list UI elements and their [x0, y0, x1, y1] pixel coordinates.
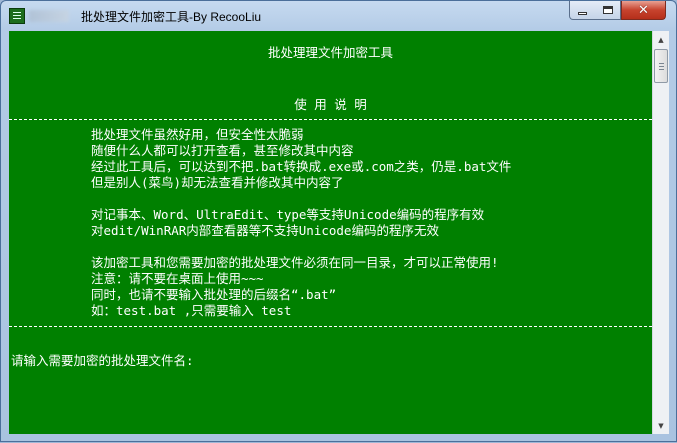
note-line: 同时，也请不要输入批处理的后缀名“.bat”: [91, 287, 337, 302]
note-line: 但是别人(菜鸟)却无法查看并修改其中内容了: [91, 175, 344, 190]
scroll-down-arrow-icon[interactable]: ▼: [653, 417, 669, 434]
note-line: 如：test.bat ,只需要输入 test: [91, 303, 292, 318]
console-window: 批处理文件加密工具-By RecooLiu ✕ 批处理理文件加密工具 使 用 说…: [0, 0, 677, 442]
note-line: 对edit/WinRAR内部查看器等不支持Unicode编码的程序无效: [91, 223, 439, 238]
separator-bottom: [9, 326, 652, 327]
grip-line: [659, 66, 664, 67]
note-line: 注意：请不要在桌面上使用~~~: [91, 271, 264, 286]
scroll-thumb[interactable]: [654, 49, 668, 83]
note-line: 随便什么人都可以打开查看，甚至修改其中内容: [91, 143, 354, 158]
window-title: 批处理文件加密工具-By RecooLiu: [81, 10, 262, 24]
maximize-button[interactable]: [595, 1, 621, 20]
note-line: 经过此工具后，可以达到不把.bat转换成.exe或.com之类，仍是.bat文件: [91, 159, 512, 174]
close-icon: ✕: [638, 2, 649, 18]
note-line: 该加密工具和您需要加密的批处理文件必须在同一目录，才可以正常使用!: [91, 255, 499, 270]
filename-prompt: 请输入需要加密的批处理文件名:: [11, 353, 194, 368]
vertical-scrollbar[interactable]: ▲ ▼: [652, 31, 669, 434]
console-heading: 批处理理文件加密工具: [267, 45, 393, 60]
grip-line: [659, 69, 664, 70]
grip-line: [659, 63, 664, 64]
separator-top: [9, 119, 652, 120]
console-app-icon[interactable]: [9, 8, 25, 24]
scroll-up-arrow-icon[interactable]: ▲: [653, 31, 669, 48]
blurred-path-text: [29, 10, 69, 22]
note-line: 对记事本、Word、UltraEdit、type等支持Unicode编码的程序有…: [91, 207, 485, 222]
usage-heading: 使 用 说 明: [294, 97, 367, 112]
maximize-icon: [602, 6, 613, 14]
console-output[interactable]: 批处理理文件加密工具 使 用 说 明 批处理文件虽然好用，但安全性太脆弱 随便什…: [9, 31, 652, 434]
title-bar[interactable]: 批处理文件加密工具-By RecooLiu ✕: [1, 1, 676, 31]
note-line: 批处理文件虽然好用，但安全性太脆弱: [91, 127, 304, 142]
minimize-icon: [578, 11, 587, 15]
close-button[interactable]: ✕: [621, 1, 666, 20]
minimize-button[interactable]: [569, 1, 596, 20]
